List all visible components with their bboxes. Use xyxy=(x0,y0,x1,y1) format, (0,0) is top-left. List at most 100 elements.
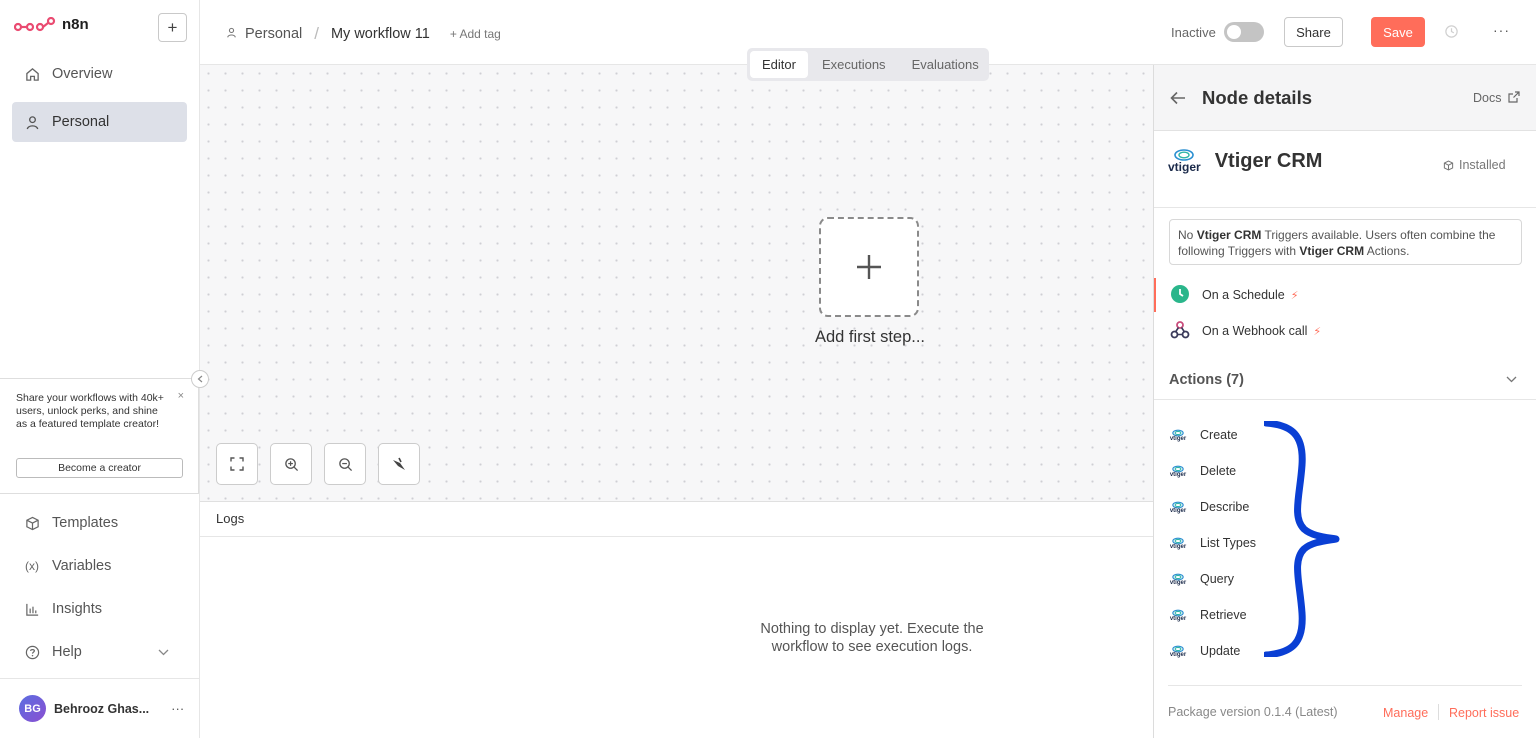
workflow-canvas[interactable]: Add first step... xyxy=(200,65,1153,501)
vtiger-icon: vtiger xyxy=(1168,645,1188,658)
vtiger-icon: vtiger xyxy=(1168,537,1188,550)
vtiger-wordmark: vtiger xyxy=(1169,651,1187,658)
zoom-out-button[interactable] xyxy=(324,443,366,485)
sidebar-item-label: Variables xyxy=(52,558,112,574)
sidebar-item-variables[interactable]: (x) Variables xyxy=(12,548,187,584)
sidebar-item-templates[interactable]: Templates xyxy=(12,505,187,541)
lightning-icon: ⚡ xyxy=(1290,289,1299,302)
create-new-button[interactable]: + xyxy=(158,13,187,42)
history-icon[interactable] xyxy=(1444,24,1460,40)
app-name: n8n xyxy=(62,16,89,33)
sidebar-item-insights[interactable]: Insights xyxy=(12,591,187,627)
vtiger-wordmark: vtiger xyxy=(1169,507,1187,514)
zoom-out-icon xyxy=(338,457,352,471)
save-button[interactable]: Save xyxy=(1371,17,1425,47)
close-icon[interactable]: × xyxy=(178,390,184,403)
chart-icon xyxy=(24,601,40,617)
user-icon xyxy=(24,114,40,130)
logs-title[interactable]: Logs xyxy=(200,502,1153,537)
sidebar-item-label: Overview xyxy=(52,66,113,82)
logs-panel: Logs Nothing to display yet. Execute the… xyxy=(200,501,1153,738)
active-status-label: Inactive xyxy=(1171,25,1216,40)
divider xyxy=(1438,704,1439,720)
vtiger-wordmark: vtiger xyxy=(1169,543,1187,550)
logs-empty-line: Nothing to display yet. Execute the xyxy=(760,621,984,637)
tab-executions[interactable]: Executions xyxy=(810,51,898,78)
zoom-in-button[interactable] xyxy=(270,443,312,485)
node-header: vtiger Vtiger CRM xyxy=(1168,148,1322,174)
docs-label: Docs xyxy=(1473,91,1502,105)
trigger-on-webhook-call[interactable]: On a Webhook call ⚡ xyxy=(1154,314,1536,348)
installed-badge: Installed xyxy=(1443,158,1506,172)
no-triggers-info: No Vtiger CRM Triggers available. Users … xyxy=(1169,219,1522,265)
workflow-name[interactable]: My workflow 11 xyxy=(331,26,430,42)
variables-icon: (x) xyxy=(25,559,39,573)
breadcrumb: Personal / My workflow 11 + Add tag xyxy=(226,24,501,44)
report-issue-link[interactable]: Report issue xyxy=(1449,706,1519,720)
tidy-up-button[interactable] xyxy=(378,443,420,485)
add-first-step-button[interactable] xyxy=(819,217,919,317)
manage-link[interactable]: Manage xyxy=(1383,706,1428,720)
divider xyxy=(1154,207,1536,208)
chevron-down-icon[interactable] xyxy=(158,644,169,660)
vtiger-logo: vtiger xyxy=(1168,148,1201,174)
n8n-logo-icon xyxy=(14,16,56,31)
installed-label: Installed xyxy=(1459,158,1506,172)
vtiger-wordmark: vtiger xyxy=(1169,615,1187,622)
user-menu-button[interactable]: ··· xyxy=(171,701,184,716)
lightning-icon: ⚡ xyxy=(1313,325,1322,338)
n8n-logo[interactable]: n8n xyxy=(14,16,89,33)
sidebar-item-personal[interactable]: Personal xyxy=(12,102,187,142)
sidebar-item-overview[interactable]: Overview xyxy=(12,54,187,94)
creator-promo-card: × Share your workflows with 40k+ users, … xyxy=(0,378,199,494)
node-details-panel: Node details Docs vtiger Vtiger CRM Inst… xyxy=(1153,65,1536,738)
vtiger-wordmark: vtiger xyxy=(1169,471,1187,478)
broom-icon xyxy=(393,457,405,470)
trigger-label: On a Schedule xyxy=(1202,288,1285,302)
user-name: Behrooz Ghas... xyxy=(54,701,150,716)
collapse-sidebar-button[interactable] xyxy=(191,370,209,388)
actions-section-title[interactable]: Actions (7) xyxy=(1169,372,1244,388)
back-arrow-icon[interactable] xyxy=(1170,89,1186,110)
home-icon xyxy=(24,66,40,82)
user-icon xyxy=(226,26,237,42)
tab-evaluations[interactable]: Evaluations xyxy=(900,51,991,78)
toggle-knob xyxy=(1227,25,1241,39)
chevron-down-icon[interactable] xyxy=(1506,372,1517,386)
action-label: Describe xyxy=(1200,500,1250,514)
logs-empty-line: workflow to see execution logs. xyxy=(771,639,973,655)
action-label: Create xyxy=(1200,428,1238,442)
webhook-icon xyxy=(1170,320,1190,343)
sidebar-item-label: Personal xyxy=(52,114,110,130)
become-creator-button[interactable]: Become a creator xyxy=(16,458,183,478)
trigger-on-schedule[interactable]: On a Schedule ⚡ xyxy=(1154,278,1536,312)
tab-editor[interactable]: Editor xyxy=(750,51,808,78)
share-button[interactable]: Share xyxy=(1284,17,1343,47)
vtiger-icon: vtiger xyxy=(1168,465,1188,478)
sidebar-item-help[interactable]: Help xyxy=(12,634,187,670)
user-profile[interactable]: BG Behrooz Ghas... ··· xyxy=(0,678,199,738)
avatar: BG xyxy=(19,695,46,722)
clock-icon xyxy=(1170,284,1190,307)
more-options-button[interactable]: ··· xyxy=(1493,22,1510,38)
view-tabs: Editor Executions Evaluations xyxy=(747,48,989,81)
vtiger-icon: vtiger xyxy=(1168,501,1188,514)
active-toggle[interactable] xyxy=(1224,22,1264,42)
docs-link[interactable]: Docs xyxy=(1473,91,1520,105)
vtiger-wordmark: vtiger xyxy=(1169,435,1187,442)
sidebar-item-label: Insights xyxy=(52,601,102,617)
action-label: Delete xyxy=(1200,464,1237,478)
logs-empty-message: Nothing to display yet. Execute the work… xyxy=(730,620,1014,656)
info-text: No xyxy=(1178,228,1197,242)
breadcrumb-project[interactable]: Personal xyxy=(245,26,302,42)
action-label: Update xyxy=(1200,644,1241,658)
vtiger-icon: vtiger xyxy=(1168,429,1188,442)
vtiger-wordmark: vtiger xyxy=(1168,160,1201,174)
add-first-step-label[interactable]: Add first step... xyxy=(790,328,950,347)
trigger-label: On a Webhook call xyxy=(1202,324,1308,338)
panel-header: Node details Docs xyxy=(1154,65,1536,131)
external-link-icon xyxy=(1508,91,1520,103)
action-label: Query xyxy=(1200,572,1235,586)
zoom-to-fit-button[interactable] xyxy=(216,443,258,485)
add-tag-link[interactable]: + Add tag xyxy=(450,27,501,41)
